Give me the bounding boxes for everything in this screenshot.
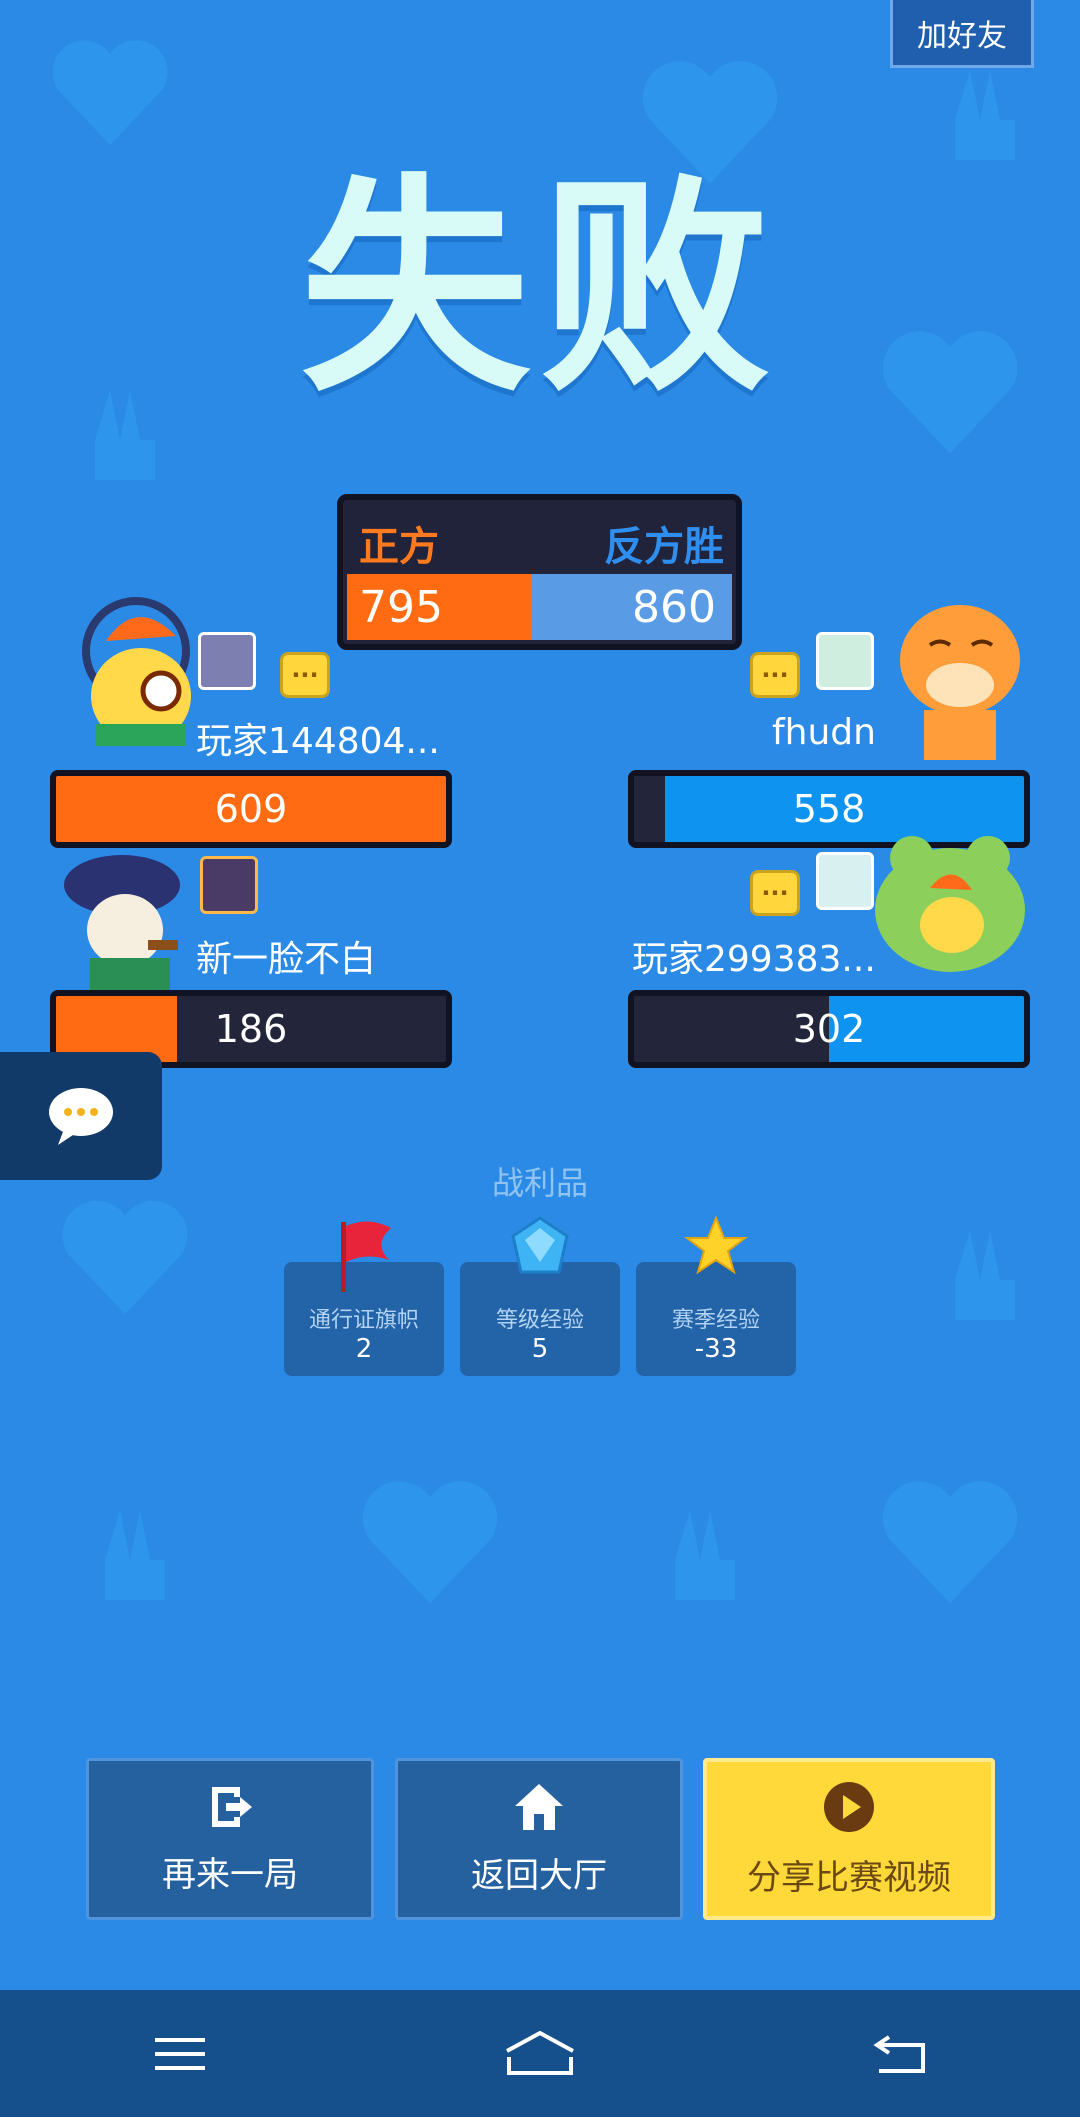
back-nav-button[interactable] [840,2009,960,2099]
spoil-item: 赛季经验 -33 [636,1215,796,1376]
home-nav-button[interactable] [480,2009,600,2099]
player-card[interactable]: ··· 玩家299383... 302 [620,830,1080,1070]
chat-bubble-icon[interactable]: ··· [750,870,800,916]
gold-star-icon [684,1215,748,1275]
home-icon [515,1783,563,1830]
spoil-item: 等级经验 5 [460,1216,620,1376]
player-card[interactable]: ··· 玩家144804... 609 [0,590,460,850]
left-team-label: 正方 [359,524,439,570]
spoil-label: 等级经验 [495,1308,584,1333]
return-lobby-label: 返回大厅 [471,1855,607,1896]
frame-avatar-icon [816,632,874,690]
player-name: fhudn [772,712,876,753]
blue-crystal-icon [511,1216,569,1274]
spoil-value: 2 [355,1334,373,1364]
tiger-avatar-icon [900,605,1020,760]
spoil-value: 5 [531,1334,549,1364]
spoil-label: 赛季经验 [671,1308,760,1333]
play-icon [824,1781,874,1832]
system-nav-bar [0,1990,1080,2117]
red-flag-icon [341,1221,391,1292]
menu-nav-button[interactable] [120,2009,240,2099]
add-friend-button[interactable]: 加好友 [890,0,1034,68]
back-icon [873,2034,925,2073]
spoils-label: 战利品 [491,1164,588,1202]
bunny-hat-pattern-icon [675,1510,735,1600]
replay-icon [212,1786,252,1827]
spoil-item: 通行证旗帜 2 [284,1221,444,1376]
spoil-value: -33 [694,1334,738,1364]
heart-pattern-icon [882,1481,1018,1604]
player-score-bar: 302 [628,990,1030,1068]
heart-pattern-icon [52,40,168,145]
player-name: 玩家299383... [632,939,876,980]
right-team-label: 反方胜 [604,524,724,570]
bunny-hat-pattern-icon [105,1510,165,1600]
replay-label: 再来一局 [162,1854,298,1895]
replay-button[interactable]: 再来一局 [86,1758,374,1920]
heart-pattern-icon [62,1200,188,1315]
player-name: 新一脸不白 [196,939,377,980]
speech-bubble-icon [49,1088,113,1145]
player-card[interactable]: ··· fhudn 558 [620,590,1080,850]
home-nav-icon [506,2030,574,2075]
share-video-button[interactable]: 分享比赛视频 [703,1758,995,1920]
return-lobby-button[interactable]: 返回大厅 [395,1758,683,1920]
bunny-hat-pattern-icon [955,1230,1015,1320]
frame-avatar-icon [198,632,256,690]
menu-icon [155,2037,205,2070]
player-name: 玩家144804... [196,721,440,762]
share-video-label: 分享比赛视频 [747,1857,951,1898]
chat-bubble-icon[interactable]: ··· [280,652,330,698]
frame-avatar-icon [200,856,258,914]
spoil-label: 通行证旗帜 [308,1308,419,1333]
player-card[interactable]: 新一脸不白 186 [0,830,460,1070]
frog-avatar-icon [875,836,1025,972]
player-score: 302 [792,1007,866,1051]
bunny-avatar-icon [64,855,180,990]
result-title: 失败 [299,156,780,423]
heart-pattern-icon [362,1481,498,1604]
chat-bubble-icon[interactable]: ··· [750,652,800,698]
